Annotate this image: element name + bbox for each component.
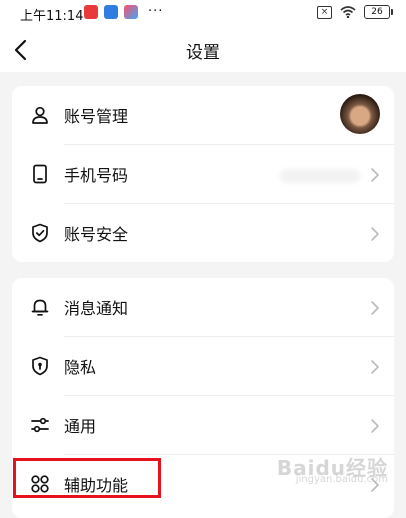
app-notification-icon-2: [104, 5, 118, 19]
chevron-right-icon: [371, 227, 379, 241]
nav-header: 设置: [0, 28, 406, 72]
status-system-icons: × 26: [317, 5, 393, 19]
shield-check-icon: [32, 223, 48, 243]
phone-number-label: 手机号码: [64, 166, 129, 185]
account-section-card: 账号管理 手机号码 账号安全: [12, 86, 394, 262]
account-security-row[interactable]: 账号安全: [12, 204, 394, 262]
status-time: 上午11:14: [20, 9, 84, 24]
highlight-box: [13, 458, 161, 498]
sim-icon: ×: [317, 5, 332, 19]
privacy-shield-icon: [32, 356, 48, 376]
status-bar: 上午11:14 ··· × 26: [0, 0, 406, 28]
sliders-icon: [31, 417, 49, 433]
privacy-label: 隐私: [64, 358, 97, 377]
general-row[interactable]: 通用: [12, 396, 394, 454]
chevron-right-icon: [371, 301, 379, 315]
notifications-row[interactable]: 消息通知: [12, 278, 394, 336]
account-management-label: 账号管理: [64, 107, 129, 126]
chevron-right-icon: [371, 168, 379, 182]
privacy-row[interactable]: 隐私: [12, 337, 394, 395]
status-app-icons: ···: [84, 5, 163, 19]
app-notification-icon-3: [124, 5, 138, 19]
watermark: Baidu经验 jingyan.baidu.com: [276, 456, 388, 486]
app-notification-icon: [84, 5, 98, 19]
phone-number-value-blurred: [280, 169, 360, 183]
bell-icon: [31, 299, 49, 316]
watermark-brand: Baidu经验: [276, 456, 388, 480]
account-management-row[interactable]: 账号管理: [12, 86, 394, 144]
avatar[interactable]: [340, 94, 380, 134]
person-icon: [32, 106, 48, 124]
account-security-label: 账号安全: [64, 225, 129, 244]
battery-icon: 26: [364, 5, 393, 19]
more-notifications-icon: ···: [148, 4, 164, 19]
page-title: 设置: [186, 43, 220, 63]
chevron-right-icon: [371, 419, 379, 433]
phone-icon: [33, 164, 47, 184]
wifi-icon: [340, 6, 356, 18]
chevron-right-icon: [371, 360, 379, 374]
general-label: 通用: [64, 417, 97, 436]
notifications-label: 消息通知: [64, 299, 129, 318]
phone-number-row[interactable]: 手机号码: [12, 145, 394, 203]
